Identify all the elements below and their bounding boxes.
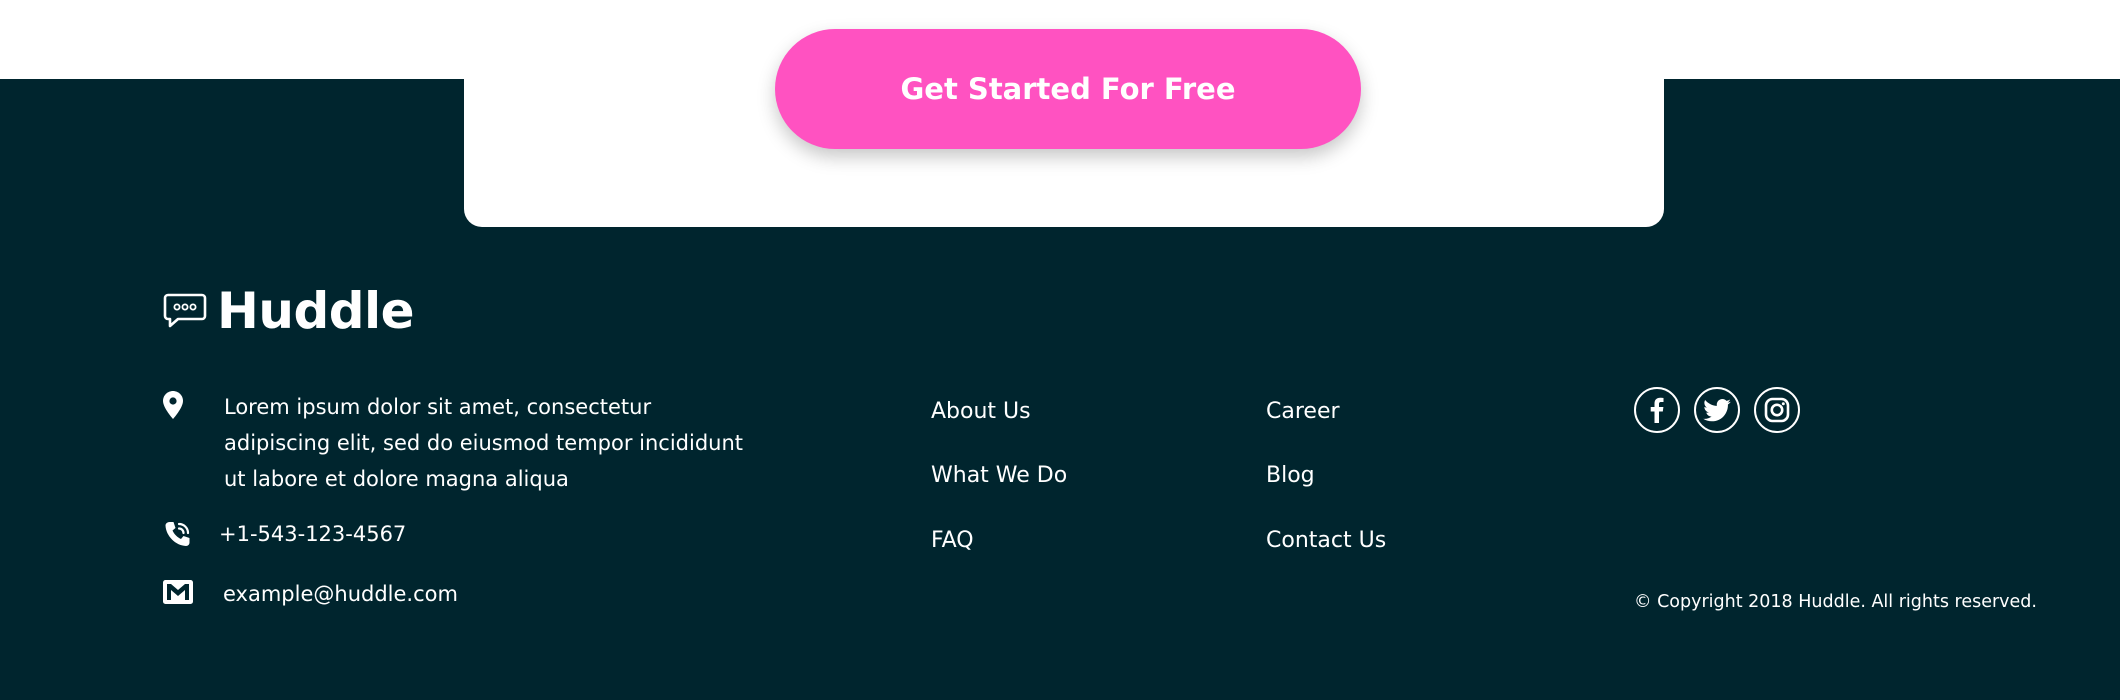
address-text: Lorem ipsum dolor sit amet, consectetur … — [224, 395, 744, 491]
email-row: example@huddle.com — [163, 580, 458, 612]
instagram-icon — [1764, 397, 1790, 423]
cta-card: Get Started For Free — [464, 0, 1664, 227]
chat-bubble-icon — [163, 292, 207, 330]
footer-link-about-us[interactable]: About Us — [931, 401, 1031, 423]
phone-row: +1-543-123-4567 — [163, 520, 406, 552]
mail-icon — [163, 580, 193, 604]
address-row: Lorem ipsum dolor sit amet, consectetur … — [163, 389, 754, 497]
brand-name: Huddle — [217, 282, 415, 340]
twitter-button[interactable] — [1694, 387, 1740, 433]
footer-link-contact-us[interactable]: Contact Us — [1266, 530, 1386, 552]
footer-logo[interactable]: Huddle — [163, 282, 415, 340]
email-text[interactable]: example@huddle.com — [223, 576, 458, 612]
footer-link-faq[interactable]: FAQ — [931, 530, 974, 552]
location-pin-icon — [163, 391, 183, 419]
social-links — [1634, 387, 1800, 433]
phone-text[interactable]: +1-543-123-4567 — [219, 516, 406, 552]
footer-link-what-we-do[interactable]: What We Do — [931, 465, 1067, 487]
get-started-button[interactable]: Get Started For Free — [775, 29, 1361, 149]
footer-link-career[interactable]: Career — [1266, 401, 1340, 423]
footer-link-blog[interactable]: Blog — [1266, 465, 1315, 487]
facebook-button[interactable] — [1634, 387, 1680, 433]
instagram-button[interactable] — [1754, 387, 1800, 433]
copyright-text: © Copyright 2018 Huddle. All rights rese… — [1634, 592, 2037, 612]
phone-icon — [163, 520, 192, 549]
twitter-icon — [1703, 398, 1731, 422]
facebook-icon — [1650, 397, 1664, 423]
